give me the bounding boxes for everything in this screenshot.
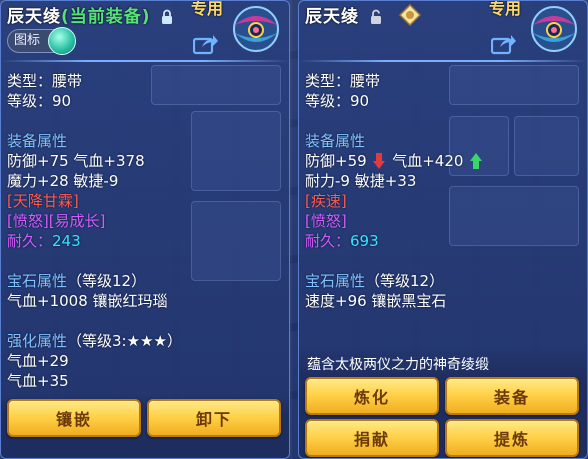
attr-line: 防御+59 气血+420 [305, 151, 484, 171]
attr-line: 耐力-9 敏捷+33 [305, 172, 417, 190]
background-slot [514, 116, 579, 176]
gem-level: （等级12） [67, 272, 147, 290]
gem-level: （等级12） [365, 272, 445, 290]
inlay-button[interactable]: 镶嵌 [7, 399, 141, 437]
exclusive-tag: 专用 [190, 0, 223, 18]
special-skill: [疾速] [305, 192, 347, 210]
unlock-icon [370, 9, 381, 24]
item-name: 辰天绫 [7, 7, 61, 27]
special-effects: [愤怒][易成长] [7, 212, 106, 230]
equip-attr-heading: 装备属性 [7, 132, 68, 150]
enhance-line: 气血+35 [7, 372, 69, 390]
item-type: 类型：腰带 [7, 72, 83, 90]
background-slot [191, 111, 281, 191]
gem-heading: 宝石属性 [7, 272, 68, 290]
item-title: 辰天绫(当前装备) [7, 2, 173, 27]
item-description: 蕴含太极两仪之力的神奇绫缎 [307, 357, 489, 373]
equipped-item-tooltip: 辰天绫(当前装备) 专用 图标 类型：腰带 等级：90 装备属性 防御+75 气… [0, 0, 290, 459]
enhance-level: （等级3:★★★） [67, 332, 182, 350]
durability-value: 693 [350, 232, 379, 250]
enhance-heading-row: 强化属性（等级3:★★★） [7, 331, 182, 351]
durability-value: 243 [52, 232, 81, 250]
badge-icon [399, 4, 421, 26]
background-slot [191, 201, 281, 281]
share-icon[interactable] [193, 33, 219, 55]
gem-line: 气血+1008 镶嵌红玛瑙 [7, 292, 168, 310]
gem-heading-row: 宝石属性（等级12） [305, 271, 444, 291]
attr-line: 魔力+28 敏捷-9 [7, 172, 119, 190]
enhance-heading: 强化属性 [7, 332, 68, 350]
attr-line: 防御+75 气血+378 [7, 152, 145, 170]
item-level: 等级：90 [305, 92, 370, 110]
background-slot [151, 65, 281, 105]
durability-label: 耐久： [305, 232, 351, 250]
equip-attr-heading: 装备属性 [305, 132, 366, 150]
share-icon[interactable] [491, 33, 517, 55]
item-type: 类型：腰带 [305, 72, 381, 90]
up-arrow-icon [470, 153, 483, 169]
exclusive-tag: 专用 [488, 0, 521, 18]
unequip-button[interactable]: 卸下 [147, 399, 281, 437]
donate-button[interactable]: 捐献 [305, 419, 439, 457]
belt-item-icon[interactable] [227, 3, 285, 55]
durability: 耐久：693 [305, 231, 379, 251]
icon-toggle-switch[interactable]: 图标 [7, 27, 76, 55]
gem-heading: 宝石属性 [305, 272, 366, 290]
current-equipped-tag: (当前装备) [61, 7, 151, 27]
title-divider [1, 60, 289, 62]
icon-toggle-label: 图标 [14, 33, 41, 48]
toggle-knob[interactable] [48, 27, 76, 55]
hp-stat: 气血+420 [392, 152, 464, 170]
lock-icon [162, 9, 173, 24]
gem-heading-row: 宝石属性（等级12） [7, 271, 146, 291]
defense-stat: 防御+59 [305, 152, 367, 170]
extract-button[interactable]: 提炼 [445, 419, 579, 457]
title-divider [299, 60, 587, 62]
special-skill: [天降甘霖] [7, 192, 79, 210]
special-effects: [愤怒] [305, 212, 347, 230]
background-slot [449, 186, 579, 246]
item-title: 辰天绫 [305, 2, 384, 27]
refine-button[interactable]: 炼化 [305, 377, 439, 415]
durability-label: 耐久： [7, 232, 53, 250]
gem-line: 速度+96 镶嵌黑宝石 [305, 292, 447, 310]
equip-button[interactable]: 装备 [445, 377, 579, 415]
item-level: 等级：90 [7, 92, 72, 110]
compare-item-tooltip: 辰天绫 专用 类型：腰带 等级：90 装备属性 防御+59 气血+420 耐力-… [298, 0, 588, 459]
belt-item-icon[interactable] [525, 3, 583, 55]
item-name: 辰天绫 [305, 7, 359, 27]
enhance-line: 气血+29 [7, 352, 69, 370]
durability: 耐久：243 [7, 231, 81, 251]
down-arrow-icon [373, 153, 386, 169]
background-slot [449, 65, 579, 105]
